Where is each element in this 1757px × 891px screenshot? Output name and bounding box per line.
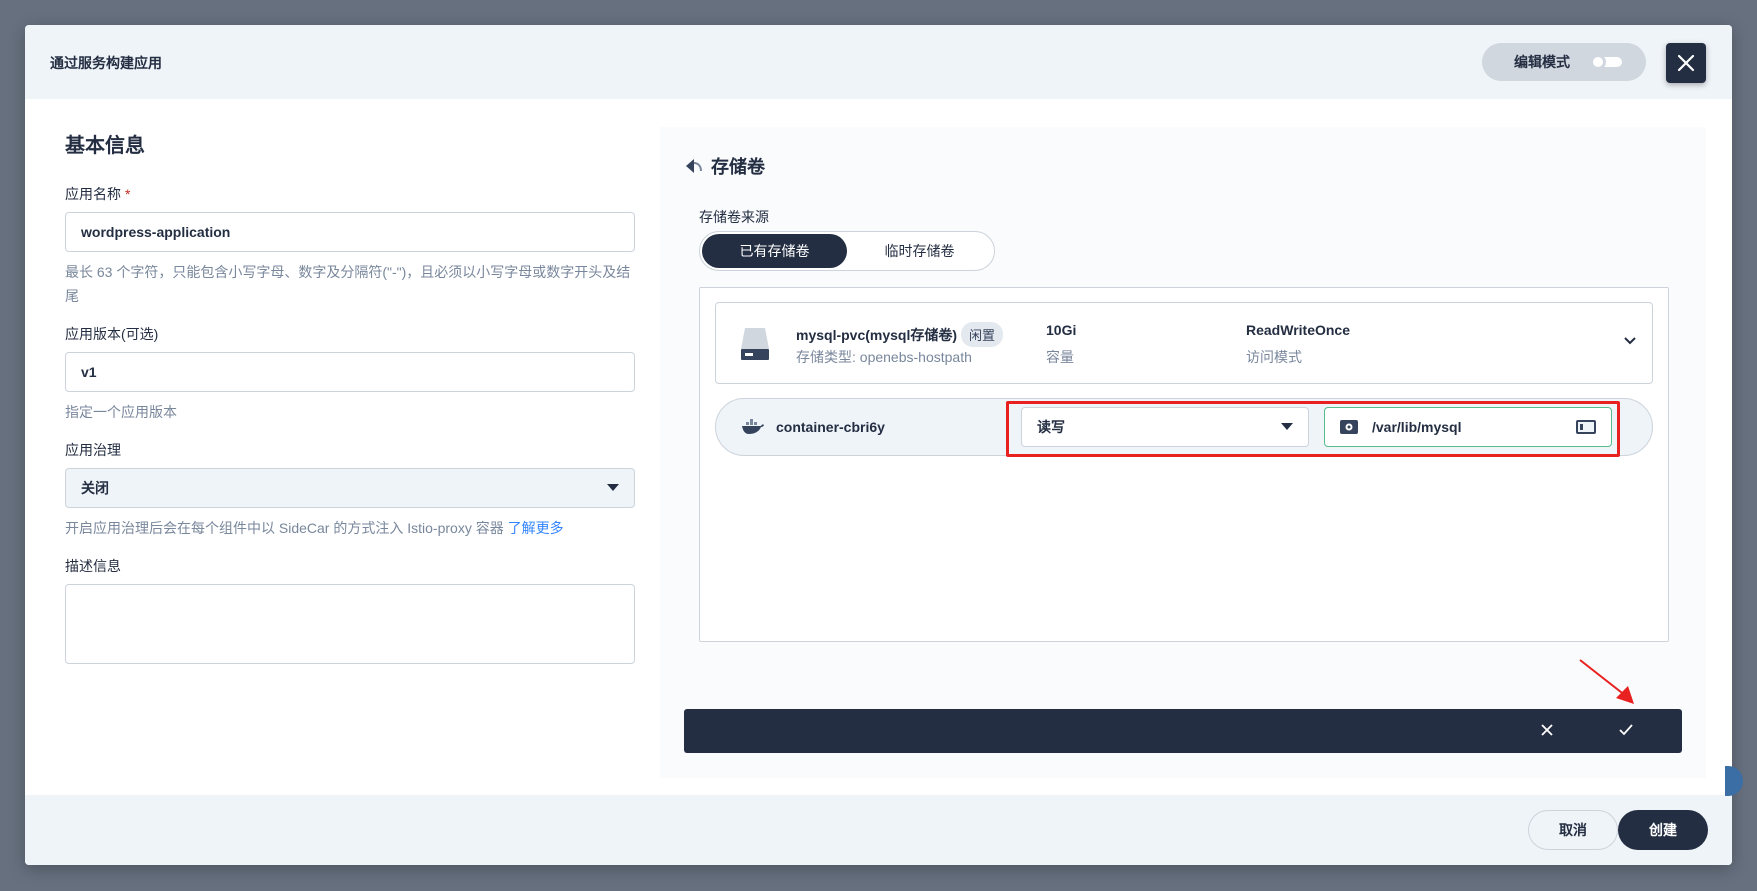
tab-temporary-volume[interactable]: 临时存储卷 <box>847 234 992 268</box>
status-badge: 闲置 <box>961 322 1004 347</box>
confirm-check-icon[interactable] <box>1618 723 1634 737</box>
back-arrow-icon <box>686 159 702 173</box>
app-name-label: 应用名称 * <box>65 184 635 204</box>
mount-path-value: /var/lib/mysql <box>1372 419 1462 435</box>
app-version-help: 指定一个应用版本 <box>65 404 177 420</box>
section-title: 基本信息 <box>65 135 145 157</box>
chevron-down-icon[interactable] <box>1624 337 1636 345</box>
access-mode-value: ReadWriteOnce <box>1246 322 1350 338</box>
access-select[interactable]: 读写 <box>1021 407 1309 447</box>
app-name-help: 最长 63 个字符，只能包含小写字母、数字及分隔符("-")，且必须以小写字母或… <box>65 264 631 304</box>
description-label: 描述信息 <box>65 558 121 574</box>
close-icon <box>1677 54 1695 72</box>
basic-info-form: 基本信息 应用名称 * wordpress-application 最长 63 个… <box>65 129 635 664</box>
volume-action-bar <box>684 709 1682 753</box>
terminal-icon[interactable] <box>1576 420 1596 434</box>
create-app-modal: 通过服务构建应用 编辑模式 基本信息 应用名称 * wordpress-appli… <box>25 25 1732 865</box>
app-name-input[interactable]: wordpress-application <box>65 212 635 252</box>
pvc-name: mysql-pvc(mysql存储卷) 闲置 <box>796 322 1004 347</box>
governance-help: 开启应用治理后会在每个组件中以 SideCar 的方式注入 Istio-prox… <box>65 516 635 540</box>
annotation-arrow-icon <box>1579 659 1634 704</box>
capacity-label: 容量 <box>1046 349 1074 365</box>
floating-helper[interactable] <box>1725 766 1743 796</box>
back-to-volumes[interactable]: 存储卷 <box>685 153 765 179</box>
volume-source-tabs: 已有存储卷 临时存储卷 <box>699 231 995 271</box>
volume-source-label: 存储卷来源 <box>699 209 769 225</box>
app-name-value: wordpress-application <box>81 224 231 240</box>
app-version-label: 应用版本(可选) <box>65 326 159 342</box>
modal-header: 通过服务构建应用 编辑模式 <box>25 25 1732 99</box>
access-mode-label: 访问模式 <box>1246 349 1302 365</box>
governance-value: 关闭 <box>81 480 109 496</box>
access-value: 读写 <box>1037 419 1065 435</box>
volume-box: mysql-pvc(mysql存储卷) 闲置 存储类型: openebs-hos… <box>699 287 1669 642</box>
mount-path-input[interactable]: /var/lib/mysql <box>1324 407 1612 447</box>
edit-mode-toggle[interactable]: 编辑模式 <box>1482 43 1646 81</box>
capacity-value: 10Gi <box>1046 322 1077 338</box>
required-mark: * <box>125 186 131 202</box>
learn-more-link[interactable]: 了解更多 <box>508 520 564 536</box>
tab-existing-volume[interactable]: 已有存储卷 <box>702 234 847 268</box>
modal-footer: 取消 创建 <box>25 795 1732 865</box>
app-version-input[interactable]: v1 <box>65 352 635 392</box>
container-mount-row: container-cbri6y 读写 /var/lib/mysql <box>715 398 1653 457</box>
create-button[interactable]: 创建 <box>1618 810 1708 850</box>
docker-icon <box>742 419 764 434</box>
description-textarea[interactable] <box>65 584 635 664</box>
pvc-card[interactable]: mysql-pvc(mysql存储卷) 闲置 存储类型: openebs-hos… <box>715 302 1653 384</box>
pvc-name-text: mysql-pvc(mysql存储卷) <box>796 326 958 343</box>
storage-disk-icon <box>741 328 769 360</box>
cancel-icon[interactable] <box>1540 723 1554 737</box>
governance-help-text: 开启应用治理后会在每个组件中以 SideCar 的方式注入 Istio-prox… <box>65 520 504 536</box>
volume-title: 存储卷 <box>711 157 765 177</box>
toggle-switch[interactable] <box>1590 54 1622 70</box>
container-name: container-cbri6y <box>776 419 885 435</box>
storage-type: 存储类型: openebs-hostpath <box>796 349 972 365</box>
volume-panel: 存储卷 存储卷来源 已有存储卷 临时存储卷 mysql-pvc(mysql存储卷… <box>660 127 1706 778</box>
cancel-button[interactable]: 取消 <box>1528 810 1618 850</box>
governance-select[interactable]: 关闭 <box>65 468 635 508</box>
app-name-label-text: 应用名称 <box>65 186 121 202</box>
app-version-value: v1 <box>81 364 97 380</box>
caret-down-icon <box>1281 423 1293 430</box>
caret-down-icon <box>607 484 619 491</box>
governance-label: 应用治理 <box>65 442 121 458</box>
edit-mode-label: 编辑模式 <box>1514 54 1570 70</box>
modal-title: 通过服务构建应用 <box>50 55 162 71</box>
mount-disk-icon <box>1340 420 1358 434</box>
close-button[interactable] <box>1666 43 1706 83</box>
